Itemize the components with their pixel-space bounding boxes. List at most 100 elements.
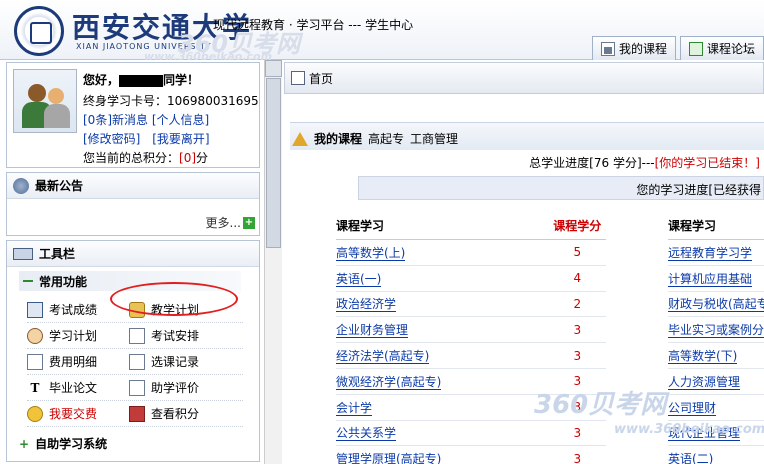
user-panel: 您好， 同学！ 终身学习卡号：106980031695 [0条]新消息 [个人信息… — [6, 62, 260, 168]
course-link[interactable]: 财政与税收(高起专 — [668, 297, 764, 313]
table-row: 管理学原理(高起专) 3 — [336, 446, 606, 464]
tool-row: 学习计划 考试安排 — [27, 323, 243, 349]
gift-icon — [129, 405, 145, 422]
progress-bar: 您的学习进度[已经获得 — [358, 176, 764, 200]
toolbar-title: 工具栏 — [39, 247, 76, 261]
course-credit: 3 — [573, 348, 582, 363]
exam-icon — [129, 327, 145, 344]
main-content: 首页 我的课程 高起专 工商管理 总学业进度[76 学分]---[你的学习已结束… — [284, 62, 764, 464]
table-row: 高等数学(下) — [668, 343, 764, 369]
course-credit: 3 — [573, 322, 582, 337]
points-unit: 分 — [196, 151, 209, 165]
watermark-2: 360贝考网 — [534, 390, 667, 420]
tool-item[interactable]: T 毕业论文 — [27, 379, 127, 396]
table-row: 企业财务管理 3 — [336, 317, 606, 344]
course-credit: 3 — [573, 425, 582, 440]
course-link[interactable]: 公共关系学 — [336, 426, 397, 442]
vertical-scrollbar[interactable] — [264, 60, 282, 464]
course-credit: 4 — [573, 271, 582, 286]
tool-item[interactable]: 考试安排 — [129, 327, 229, 344]
minus-icon — [23, 280, 33, 282]
course-level: 高起专 — [368, 132, 405, 146]
card-number: 终身学习卡号：106980031695 — [83, 92, 259, 109]
tool-item[interactable]: 选课记录 — [129, 353, 229, 370]
news-icon — [13, 177, 29, 194]
points: 您当前的总积分：[0]分 — [83, 149, 208, 166]
course-link[interactable]: 高等数学(下) — [668, 349, 738, 365]
points-value: [0] — [179, 151, 197, 165]
course-major: 工商管理 — [410, 132, 459, 146]
toolbar-icon — [13, 247, 33, 260]
redacted-name — [119, 74, 164, 87]
university-seal-icon — [14, 6, 64, 56]
tool-item[interactable]: 费用明细 — [27, 353, 127, 370]
course-link[interactable]: 管理学原理(高起专) — [336, 452, 442, 464]
logout-link[interactable]: [我要离开] — [152, 132, 209, 146]
tool-label: 助学评价 — [151, 381, 200, 395]
course-link[interactable]: 高等数学(上) — [336, 245, 406, 261]
self-study-system-link[interactable]: + 自助学习系统 — [19, 435, 241, 452]
tool-label: 毕业论文 — [49, 381, 98, 395]
course-link[interactable]: 计算机应用基础 — [668, 271, 753, 287]
course-link[interactable]: 毕业实习或案例分 — [668, 323, 764, 339]
avatar — [13, 69, 77, 133]
tab-my-courses[interactable]: 我的课程 — [591, 36, 676, 60]
tool-label: 我要交费 — [49, 407, 98, 421]
course-link[interactable]: 公司理财 — [668, 400, 717, 416]
col-credit: 课程学分 — [553, 219, 602, 233]
user-links-row2: [修改密码] [我要离开] — [83, 130, 210, 147]
course-link[interactable]: 英语(一) — [336, 271, 382, 287]
tool-label: 学习计划 — [49, 329, 98, 343]
card-label: 终身学习卡号： — [83, 94, 168, 108]
tool-item[interactable]: 我要交费 — [27, 405, 127, 422]
table-row: 计算机应用基础 — [668, 266, 764, 292]
course-link[interactable]: 会计学 — [336, 400, 373, 416]
messages-link[interactable]: [0条]新消息 — [83, 113, 148, 127]
scroll-up-button[interactable] — [265, 60, 282, 77]
course-link[interactable]: 经济法学(高起专) — [336, 349, 430, 365]
table-row: 高等数学(上) 5 — [336, 240, 606, 266]
course-link[interactable]: 远程教育学习学 — [668, 245, 753, 261]
course-link[interactable]: 微观经济学(高起专) — [336, 374, 442, 390]
tool-label: 选课记录 — [151, 355, 200, 369]
course-credit: 2 — [573, 296, 582, 311]
course-link[interactable]: 人力资源管理 — [668, 374, 741, 390]
tab-course-forum[interactable]: 课程论坛 — [679, 36, 764, 60]
table-row: 人力资源管理 — [668, 369, 764, 395]
change-password-link[interactable]: [修改密码] — [83, 132, 140, 146]
scroll-thumb[interactable] — [266, 78, 281, 248]
points-label: 您当前的总积分： — [83, 151, 180, 165]
document-icon — [27, 353, 43, 370]
greeting-suffix: 同学！ — [163, 73, 200, 87]
tool-item[interactable]: 助学评价 — [129, 379, 229, 396]
selfstudy-label: 自助学习系统 — [35, 437, 108, 451]
more-label: 更多... — [205, 216, 241, 230]
course-link[interactable]: 政治经济学 — [336, 297, 397, 313]
pen-icon — [129, 353, 145, 370]
table-row: 财政与税收(高起专 — [668, 292, 764, 318]
tool-item[interactable]: 查看积分 — [129, 405, 229, 422]
common-title: 常用功能 — [39, 274, 88, 289]
course-link[interactable]: 企业财务管理 — [336, 323, 409, 339]
tool-row: 我要交费 查看积分 — [27, 401, 243, 427]
card-value: 106980031695 — [167, 94, 259, 108]
user-links-row1: [0条]新消息 [个人信息] — [83, 111, 209, 128]
news-more-link[interactable]: 更多... + — [206, 214, 255, 231]
tool-item[interactable]: 学习计划 — [27, 327, 127, 344]
profile-link[interactable]: [个人信息] — [152, 113, 209, 127]
greeting: 您好， 同学！ — [83, 71, 199, 88]
course-credit: 5 — [573, 245, 582, 260]
progress-text: 总学业进度[76 学分]--- — [529, 156, 655, 170]
expand-icon: + — [19, 436, 30, 451]
news-title: 最新公告 — [35, 179, 84, 193]
overall-progress: 总学业进度[76 学分]---[你的学习已结束！] — [529, 154, 760, 171]
coins-icon — [27, 405, 43, 422]
course-link[interactable]: 英语(二) — [668, 452, 714, 464]
table-row: 政治经济学 2 — [336, 292, 606, 318]
tool-row: 费用明细 选课记录 — [27, 349, 243, 375]
table-row: 经济法学(高起专) 3 — [336, 343, 606, 369]
tool-grid: 考试成绩 教学计划 学习计划 考试安排 费用明细 选课记录 T 毕业论文 助学评价 我要交费 查看积… — [27, 297, 243, 427]
news-panel: 最新公告 更多... + — [6, 172, 260, 236]
progress-bar-text: 您的学习进度[已经获得 — [636, 183, 761, 197]
tool-label: 查看积分 — [151, 407, 200, 421]
